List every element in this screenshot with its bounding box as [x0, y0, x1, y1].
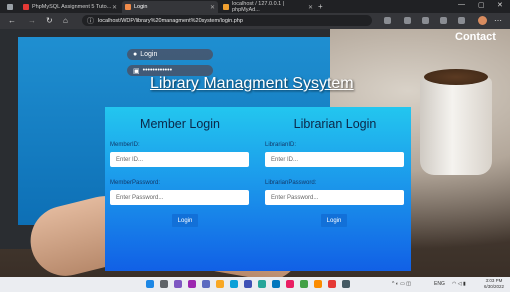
pdf-icon — [23, 4, 29, 10]
password-pill-dots: •••••••••••• — [142, 67, 173, 74]
read-aloud-icon[interactable] — [384, 17, 391, 24]
extensions-icon[interactable] — [422, 17, 429, 24]
home-icon[interactable]: ⌂ — [63, 16, 68, 25]
librarian-id-input[interactable]: Enter ID... — [265, 152, 404, 167]
chat-icon[interactable] — [188, 280, 196, 288]
tab-label: localhost / 127.0.0.1 | phpMyAd... — [232, 1, 285, 13]
window-close-icon[interactable]: ✕ — [497, 1, 503, 9]
close-icon[interactable]: ✕ — [210, 4, 215, 11]
contact-link[interactable]: Contact — [455, 31, 496, 43]
more-icon[interactable]: ⋯ — [494, 16, 502, 25]
tab-phpmysql[interactable]: PhpMySQL Assignment 5 Tuto... ✕ — [20, 1, 120, 13]
librarian-password-input[interactable]: Enter Password... — [265, 190, 404, 205]
login-card: Member Login MemberID: Enter ID... Membe… — [105, 107, 411, 271]
user-icon: ● — [133, 51, 138, 58]
tray-icons[interactable]: ^ ◐ ▭ ◫ — [392, 281, 411, 287]
tab-label: Login — [134, 4, 148, 10]
refresh-icon[interactable]: ↻ — [46, 16, 53, 25]
workspace-glyph-icon — [7, 4, 13, 10]
vscode-icon[interactable] — [258, 280, 266, 288]
page-title: Library Managment Sysytem — [150, 75, 354, 92]
close-icon[interactable]: ✕ — [112, 4, 117, 11]
url-bar[interactable]: ⓘ localhost/WDP/library%20managment%20sy… — [82, 15, 372, 26]
member-login-button[interactable]: Login — [172, 214, 198, 227]
favorite-star-icon[interactable] — [404, 17, 411, 24]
login-pill: ● Login — [127, 49, 213, 60]
clock-date: 6/30/2022 — [484, 284, 505, 289]
tab-phpmyadmin[interactable]: localhost / 127.0.0.1 | phpMyAd... ✕ — [220, 1, 316, 13]
workspace-icon[interactable] — [4, 1, 16, 13]
librarian-login-button[interactable]: Login — [321, 214, 347, 227]
file-explorer-icon[interactable] — [216, 280, 224, 288]
coffee-mug-image — [420, 77, 492, 175]
excel-icon[interactable] — [300, 280, 308, 288]
page-background: ● Login ▣ •••••••••••• Contact Library M… — [0, 29, 510, 277]
new-tab-icon[interactable]: + — [318, 2, 323, 11]
edge-icon[interactable] — [230, 280, 238, 288]
xampp-icon[interactable] — [314, 280, 322, 288]
tab-label: PhpMySQL Assignment 5 Tuto... — [32, 4, 112, 10]
url-text: localhost/WDP/library%20managment%20syst… — [98, 17, 243, 24]
librarian-password-label: LibrarianPassword: — [265, 180, 317, 186]
tab-login[interactable]: Login ✕ — [122, 1, 218, 13]
store-icon[interactable] — [244, 280, 252, 288]
browser-tab-bar: PhpMySQL Assignment 5 Tuto... ✕ Login ✕ … — [0, 0, 510, 13]
widgets-icon[interactable] — [202, 280, 210, 288]
phpmyadmin-icon — [223, 4, 229, 10]
librarian-login-panel: Librarian Login LibrarianID: Enter ID...… — [265, 107, 405, 271]
task-view-icon[interactable] — [174, 280, 182, 288]
librarian-id-label: LibrarianID: — [265, 142, 297, 148]
language-indicator[interactable]: ENG — [434, 281, 445, 287]
site-info-icon[interactable]: ⓘ — [87, 16, 94, 26]
search-icon[interactable] — [160, 280, 168, 288]
member-password-input[interactable]: Enter Password... — [110, 190, 249, 205]
app-icon[interactable] — [286, 280, 294, 288]
close-icon[interactable]: ✕ — [308, 4, 313, 11]
login-pill-label: Login — [140, 51, 158, 58]
back-icon[interactable]: ← — [8, 16, 16, 25]
member-login-panel: Member Login MemberID: Enter ID... Membe… — [110, 107, 250, 271]
member-id-label: MemberID: — [110, 142, 140, 148]
profile-avatar[interactable] — [478, 16, 487, 25]
favorites-icon[interactable] — [440, 17, 447, 24]
member-id-input[interactable]: Enter ID... — [110, 152, 249, 167]
collections-icon[interactable] — [458, 17, 465, 24]
clock[interactable]: 3:03 PM 6/30/2022 — [484, 278, 504, 290]
minimize-icon[interactable]: — — [458, 1, 465, 8]
windows-taskbar: ^ ◐ ▭ ◫ ENG ◠ ◁ ▮ 3:03 PM 6/30/2022 — [0, 277, 510, 292]
word-icon[interactable] — [272, 280, 280, 288]
member-login-heading: Member Login — [140, 117, 220, 131]
coffee-image — [424, 69, 488, 85]
address-toolbar: ← → ↻ ⌂ ⓘ localhost/WDP/library%20managm… — [0, 13, 510, 29]
maximize-icon[interactable]: ▢ — [478, 1, 485, 9]
forward-icon[interactable]: → — [28, 16, 36, 25]
wifi-volume-battery-icon[interactable]: ◠ ◁ ▮ — [452, 281, 466, 287]
member-password-label: MemberPassword: — [110, 180, 161, 186]
lock-icon: ▣ — [133, 67, 140, 75]
terminal-icon[interactable] — [342, 280, 350, 288]
chrome-icon[interactable] — [328, 280, 336, 288]
page-icon — [125, 4, 131, 10]
librarian-login-heading: Librarian Login — [293, 117, 377, 131]
start-icon[interactable] — [146, 280, 154, 288]
